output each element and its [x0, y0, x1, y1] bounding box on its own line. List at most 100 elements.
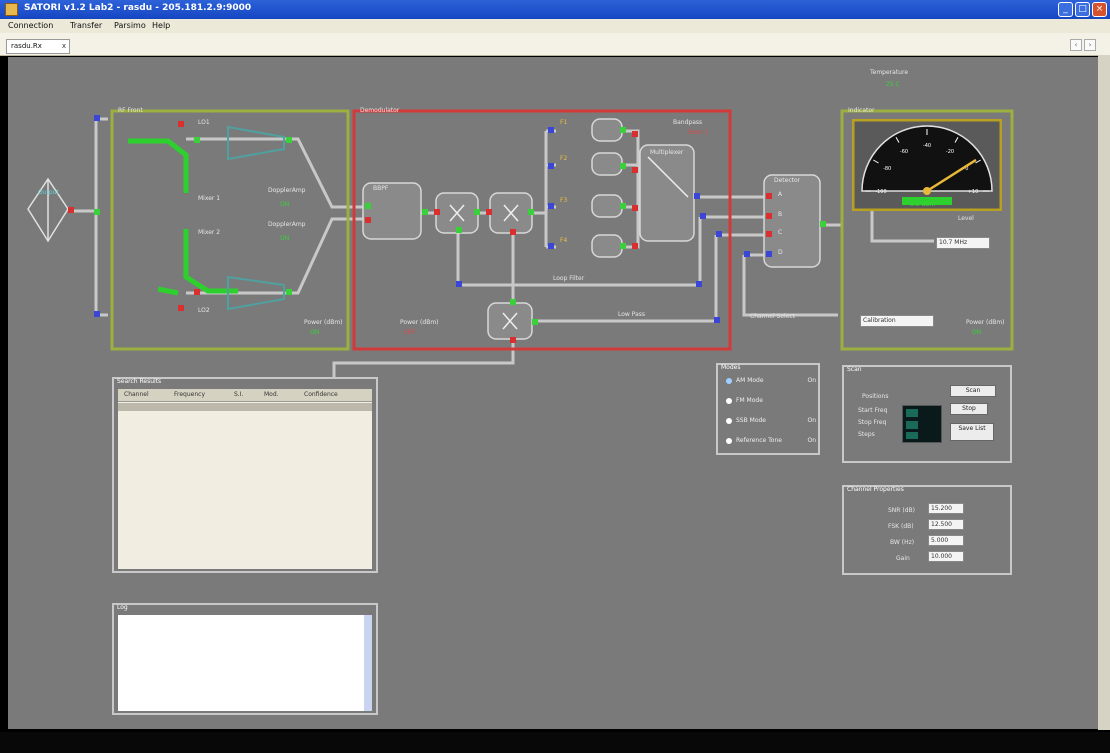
meter-tick-label: -20 — [946, 149, 954, 155]
log-panel: Log — [112, 603, 378, 715]
col-frequency[interactable]: Frequency — [174, 391, 205, 398]
meter-tick-label: -100 — [875, 189, 886, 195]
doppler-top-label: DopplerAmp — [268, 187, 306, 194]
demod-status: OFF — [404, 329, 416, 336]
lo-bottom-label: LO2 — [198, 307, 210, 314]
mux-port-c: C — [778, 229, 783, 236]
filter-label: Bandpass — [673, 119, 703, 126]
status-a: ON — [280, 201, 290, 208]
mux-port-d: D — [778, 249, 783, 256]
close-button[interactable]: × — [1092, 2, 1107, 17]
col-confidence[interactable]: Confidence — [304, 391, 338, 398]
prop-fsk-label: FSK (dB) — [888, 523, 914, 530]
diagram-canvas: RF Front Demodulator Indicator Output LO… — [8, 57, 1098, 729]
rf-front-label: RF Front — [118, 107, 143, 114]
prop-gain-value[interactable]: 10.000 — [928, 551, 964, 562]
prop-snr-label: SNR (dB) — [888, 507, 915, 514]
status-b: ON — [280, 235, 290, 242]
search-results-panel: Search Results Channel Frequency S.I. Mo… — [112, 377, 378, 573]
save-list-button[interactable]: Save List — [950, 423, 994, 441]
meter-tick-label: -40 — [923, 143, 931, 149]
mux-port-b: B — [778, 211, 783, 218]
meter-readout: -8.5 dBm — [908, 201, 936, 208]
mixer2-label: Mixer 2 — [198, 229, 221, 236]
modes-title: Modes — [721, 364, 741, 371]
scan-subtitle: Positions — [862, 393, 889, 400]
filter-bank-f3: F3 — [560, 197, 568, 204]
rf-power-label: Power (dBm) — [304, 319, 343, 326]
error-label: Error 1 — [688, 129, 709, 136]
col-mod[interactable]: Mod. — [264, 391, 279, 398]
demod-power-label: Power (dBm) — [400, 319, 439, 326]
multiplexer-label: Multiplexer — [650, 149, 684, 156]
mode-reference[interactable]: Reference Tone On — [726, 437, 816, 444]
menu-connection[interactable]: Connection — [8, 21, 53, 30]
meter-tick-label: -80 — [883, 166, 891, 172]
title-bar: SATORI v1.2 Lab2 - rasdu - 205.181.2.9:9… — [0, 0, 1110, 19]
demodulator-label: Demodulator — [360, 107, 400, 114]
detector-label: Detector — [774, 177, 801, 184]
log-scrollbar[interactable] — [364, 615, 372, 711]
tab-rx[interactable]: rasdu.Rx x — [6, 39, 70, 54]
scan-button[interactable]: Scan — [950, 385, 996, 397]
scan-title: Scan — [847, 366, 862, 373]
mode-ssb[interactable]: SSB Mode On — [726, 417, 816, 424]
menu-transfer[interactable]: Transfer — [70, 21, 102, 30]
meter-tick-label: +10 — [968, 189, 979, 195]
prop-bw-value[interactable]: 5.000 — [928, 535, 964, 546]
filter-bank-f4: F4 — [560, 237, 568, 244]
indicator-label: Indicator — [848, 107, 875, 114]
maximize-button[interactable]: □ — [1075, 2, 1090, 17]
tab-scroll-right-icon[interactable]: › — [1084, 39, 1096, 51]
tab-label: rasdu.Rx — [11, 42, 42, 50]
prop-fsk-value[interactable]: 12.500 — [928, 519, 964, 530]
lo-top-label: LO1 — [198, 119, 210, 126]
calibration-display[interactable]: Calibration — [860, 315, 934, 327]
stop-button[interactable]: Stop — [950, 403, 988, 415]
menu-help[interactable]: Help — [152, 21, 170, 30]
bottom-status-bar — [0, 732, 1110, 753]
channel-properties-panel: Channel Properties SNR (dB) 15.200 FSK (… — [842, 485, 1012, 575]
mode-am[interactable]: AM Mode On — [726, 377, 816, 384]
menu-parsimo[interactable]: Parsimo — [114, 21, 146, 30]
col-channel[interactable]: Channel — [124, 391, 149, 398]
modes-panel: Modes AM Mode On FM Mode SSB Mode On Refer… — [716, 363, 820, 455]
prop-snr-value[interactable]: 15.200 — [928, 503, 964, 514]
low-pass-label: Low Pass — [618, 311, 645, 318]
scan-stop-label: Stop Freq — [858, 419, 887, 426]
search-results-title: Search Results — [117, 378, 162, 385]
temperature-label: Temperature — [870, 69, 909, 76]
rf-status: ON — [310, 329, 320, 336]
menu-bar: Connection Transfer Parsimo Help — [0, 19, 1110, 33]
mux-port-a: A — [778, 191, 783, 198]
minimize-button[interactable]: _ — [1058, 2, 1073, 17]
tab-close-icon[interactable]: x — [62, 40, 66, 53]
right-scroll-strip[interactable] — [1098, 55, 1110, 730]
meter-tick-label: -60 — [900, 149, 908, 155]
channel-select-label: Channel Select — [750, 313, 796, 320]
prop-bw-label: BW (Hz) — [890, 539, 915, 546]
prop-gain-label: Gain — [896, 555, 910, 562]
antenna-label: Output — [38, 189, 59, 196]
col-si[interactable]: S.I. — [234, 391, 243, 398]
mode-fm[interactable]: FM Mode — [726, 397, 816, 404]
window-title: SATORI v1.2 Lab2 - rasdu - 205.181.2.9:9… — [24, 3, 252, 13]
temperature-value: 25 C — [886, 81, 900, 88]
tab-scroll-left-icon[interactable]: ‹ — [1070, 39, 1082, 51]
app-icon — [5, 3, 18, 16]
meter-label: Level — [958, 215, 974, 222]
scan-steps-label: Steps — [858, 431, 875, 438]
channel-properties-title: Channel Properties — [847, 486, 904, 493]
scan-start-label: Start Freq — [858, 407, 888, 414]
search-results-table[interactable]: Channel Frequency S.I. Mod. Confidence — [118, 389, 372, 569]
frequency-display: 10.7 MHz — [936, 237, 990, 249]
filter-bank-f1: F1 — [560, 119, 568, 126]
mixer1-label: Mixer 1 — [198, 195, 221, 202]
indicator-power-label: Power (dBm) — [966, 319, 1005, 326]
log-textarea[interactable] — [118, 615, 364, 711]
filter-bank-f2: F2 — [560, 155, 568, 162]
bbpf-label: BBPF — [373, 185, 389, 192]
level-meter: -100-80-60-40-200+10 — [852, 119, 1002, 211]
tab-bar: rasdu.Rx x ‹ › — [0, 33, 1110, 56]
loop-filter-label: Loop Filter — [553, 275, 585, 282]
